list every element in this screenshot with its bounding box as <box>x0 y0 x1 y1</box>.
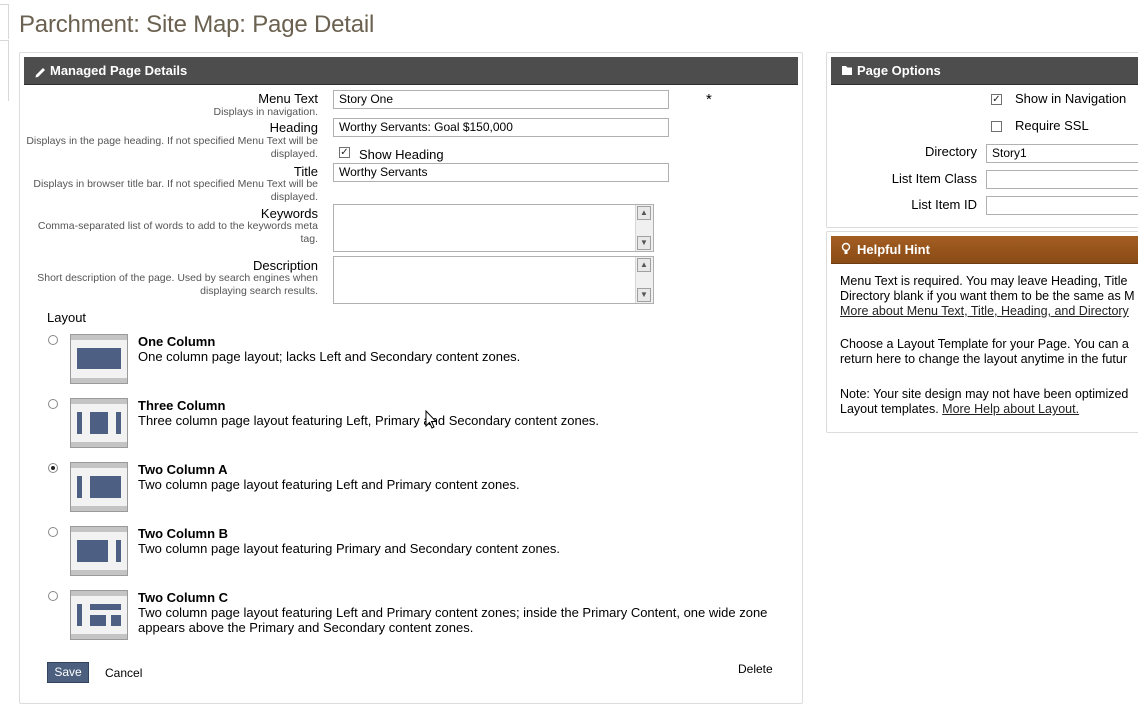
layout-title: Three Column <box>138 398 226 413</box>
title-label: Title <box>293 164 318 179</box>
layout-title: One Column <box>138 334 216 349</box>
require-ssl-checkbox[interactable] <box>991 121 1002 132</box>
title-hint: Displays in browser title bar. If not sp… <box>33 178 318 203</box>
edge-tab[interactable] <box>0 4 9 39</box>
scroll-up-icon[interactable]: ▲ <box>637 258 651 272</box>
heading-input[interactable]: Worthy Servants: Goal $150,000 <box>333 118 669 137</box>
pencil-icon <box>35 68 45 78</box>
title-input[interactable]: Worthy Servants <box>333 163 669 182</box>
hint-text: Menu Text is required. You may leave Hea… <box>840 274 1128 288</box>
layout-help-link[interactable]: More Help about Layout. <box>942 402 1079 416</box>
layout-title: Two Column C <box>138 590 229 605</box>
list-item-class-label: List Item Class <box>891 171 977 186</box>
list-item-class-input[interactable] <box>986 170 1138 189</box>
layout-description: Three column page layout featuring Left,… <box>138 413 600 428</box>
folder-icon <box>842 66 852 75</box>
menu-text-label: Menu Text <box>258 91 318 106</box>
delete-link[interactable]: Delete <box>738 662 773 676</box>
layout-description: One column page layout; lacks Left and S… <box>138 349 521 364</box>
keywords-hint: Comma-separated list of words to add to … <box>37 220 318 245</box>
two-column-a-thumbnail[interactable] <box>70 462 128 512</box>
hint-text: Layout templates. <box>840 402 939 416</box>
lightbulb-icon <box>841 242 851 254</box>
show-in-navigation-checkbox[interactable]: ✓ <box>991 94 1002 105</box>
edge-tab[interactable] <box>0 40 9 101</box>
save-button[interactable]: Save <box>47 662 89 683</box>
page-title: Parchment: Site Map: Page Detail <box>19 11 375 38</box>
hint-text: Choose a Layout Template for your Page. … <box>840 337 1129 351</box>
left-edge-tabs <box>0 0 9 101</box>
heading-label: Heading <box>269 120 318 135</box>
scroll-up-icon[interactable]: ▲ <box>637 206 651 220</box>
scroll-down-icon[interactable]: ▼ <box>637 288 651 302</box>
layout-radio-two-column-b[interactable] <box>48 527 58 537</box>
three-column-thumbnail[interactable] <box>70 398 128 448</box>
menu-text-input[interactable]: Story One <box>333 90 669 109</box>
layout-description: Two column page layout featuring Left an… <box>138 605 768 620</box>
page-options-header: Page Options <box>831 57 1138 85</box>
layout-description-line2: appears above the Primary and Secondary … <box>138 620 474 635</box>
hint-text: Note: Your site design may not have been… <box>840 387 1129 401</box>
directory-label: Directory <box>924 144 977 159</box>
layout-radio-one-column[interactable] <box>48 335 58 345</box>
description-scrollbar[interactable]: ▲ ▼ <box>635 257 653 303</box>
layout-radio-three-column[interactable] <box>48 399 58 409</box>
menu-text-hint: Displays in navigation. <box>213 106 318 118</box>
layout-radio-two-column-a[interactable] <box>48 463 58 473</box>
layout-title: Two Column B <box>138 526 229 541</box>
layout-radio-two-column-c[interactable] <box>48 591 58 601</box>
directory-input[interactable]: Story1 <box>986 144 1138 163</box>
cancel-link[interactable]: Cancel <box>105 666 142 680</box>
panel-title: Page Options <box>857 63 941 78</box>
layout-label: Layout <box>47 310 87 325</box>
two-column-c-thumbnail[interactable] <box>70 590 128 640</box>
list-item-id-label: List Item ID <box>911 197 977 212</box>
two-column-b-thumbnail[interactable] <box>70 526 128 576</box>
keywords-textarea[interactable]: ▲ ▼ <box>333 204 654 252</box>
show-in-navigation-label: Show in Navigation <box>1015 91 1127 106</box>
show-heading-label: Show Heading <box>359 147 444 162</box>
layout-title: Two Column A <box>138 462 228 477</box>
scroll-down-icon[interactable]: ▼ <box>637 236 651 250</box>
heading-hint: Displays in the page heading. If not spe… <box>26 135 318 160</box>
panel-title: Helpful Hint <box>857 242 930 257</box>
managed-page-details-panel: Managed Page Details Menu Text Displays … <box>19 52 803 704</box>
hint-text: Directory blank if you want them to be t… <box>840 289 1135 303</box>
hint-text-line: Layout templates. More Help about Layout… <box>840 402 1079 417</box>
layout-description: Two column page layout featuring Left an… <box>138 477 520 492</box>
hint-text: return here to change the layout anytime… <box>840 352 1127 366</box>
description-textarea[interactable]: ▲ ▼ <box>333 256 654 304</box>
page-options-panel: Page Options ✓ Show in Navigation Requir… <box>826 52 1138 228</box>
description-label: Description <box>252 258 318 273</box>
helpful-hint-header: Helpful Hint <box>831 236 1138 264</box>
description-hint: Short description of the page. Used by s… <box>37 272 318 297</box>
helpful-hint-panel: Helpful Hint Menu Text is required. You … <box>826 231 1138 433</box>
mouse-cursor-icon <box>425 410 438 429</box>
show-heading-checkbox[interactable]: ✓ <box>339 147 350 158</box>
one-column-thumbnail[interactable] <box>70 334 128 384</box>
layout-description: Two column page layout featuring Primary… <box>138 541 561 556</box>
required-mark: * <box>706 91 712 108</box>
list-item-id-input[interactable] <box>986 196 1138 215</box>
menu-text-help-link[interactable]: More about Menu Text, Title, Heading, an… <box>840 304 1129 319</box>
managed-page-details-header: Managed Page Details <box>24 57 798 85</box>
keywords-label: Keywords <box>260 206 318 221</box>
require-ssl-label: Require SSL <box>1015 118 1089 133</box>
keywords-scrollbar[interactable]: ▲ ▼ <box>635 205 653 251</box>
panel-title: Managed Page Details <box>50 63 188 78</box>
